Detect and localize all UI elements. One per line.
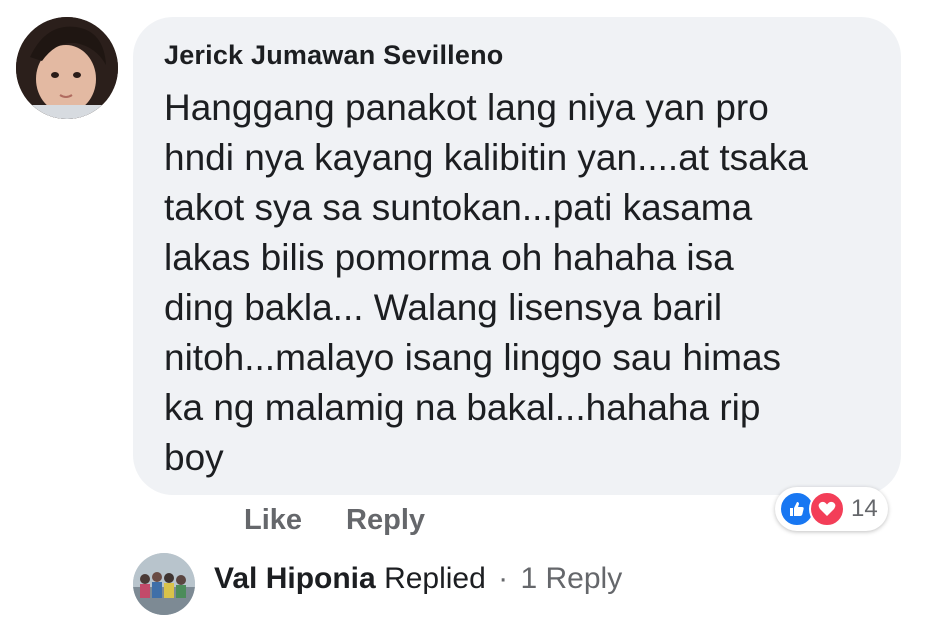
reaction-count: 14 (851, 495, 878, 522)
replier-avatar[interactable] (133, 553, 195, 615)
group-photo-icon (133, 553, 195, 615)
comment-actions: Like Reply (244, 504, 425, 537)
reply-count[interactable]: 1 Reply (520, 562, 622, 595)
view-replies-link[interactable]: Val Hiponia Replied · 1 Reply (214, 562, 622, 596)
comment-line: ka ng malamig na bakal...hahaha rip (164, 387, 761, 428)
comment-line: Hanggang panakot lang niya yan pro (164, 87, 769, 128)
comment-line: ding bakla... Walang lisensya baril (164, 287, 723, 328)
separator-dot: · (498, 562, 509, 595)
comment-line: takot sya sa suntokan...pati kasama (164, 187, 753, 228)
reaction-summary[interactable]: 14 (775, 487, 888, 531)
commenter-avatar[interactable] (16, 17, 118, 119)
comment-line: boy (164, 437, 224, 478)
love-icon (809, 491, 845, 527)
comment-thread: Jerick Jumawan Sevilleno Hanggang panako… (0, 0, 931, 632)
replied-label: Replied (384, 562, 486, 595)
comment-line: lakas bilis pomorma oh hahaha isa (164, 237, 734, 278)
replier-name[interactable]: Val Hiponia (214, 562, 376, 595)
comment-line: nitoh...malayo isang linggo sau himas (164, 337, 782, 378)
profile-photo-icon (16, 17, 118, 119)
reply-button[interactable]: Reply (346, 504, 425, 537)
comment-author-name[interactable]: Jerick Jumawan Sevilleno (164, 40, 503, 71)
comment-body: Hanggang panakot lang niya yan pro hndi … (164, 83, 864, 483)
like-button[interactable]: Like (244, 504, 302, 537)
comment-line: hndi nya kayang kalibitin yan....at tsak… (164, 137, 808, 178)
